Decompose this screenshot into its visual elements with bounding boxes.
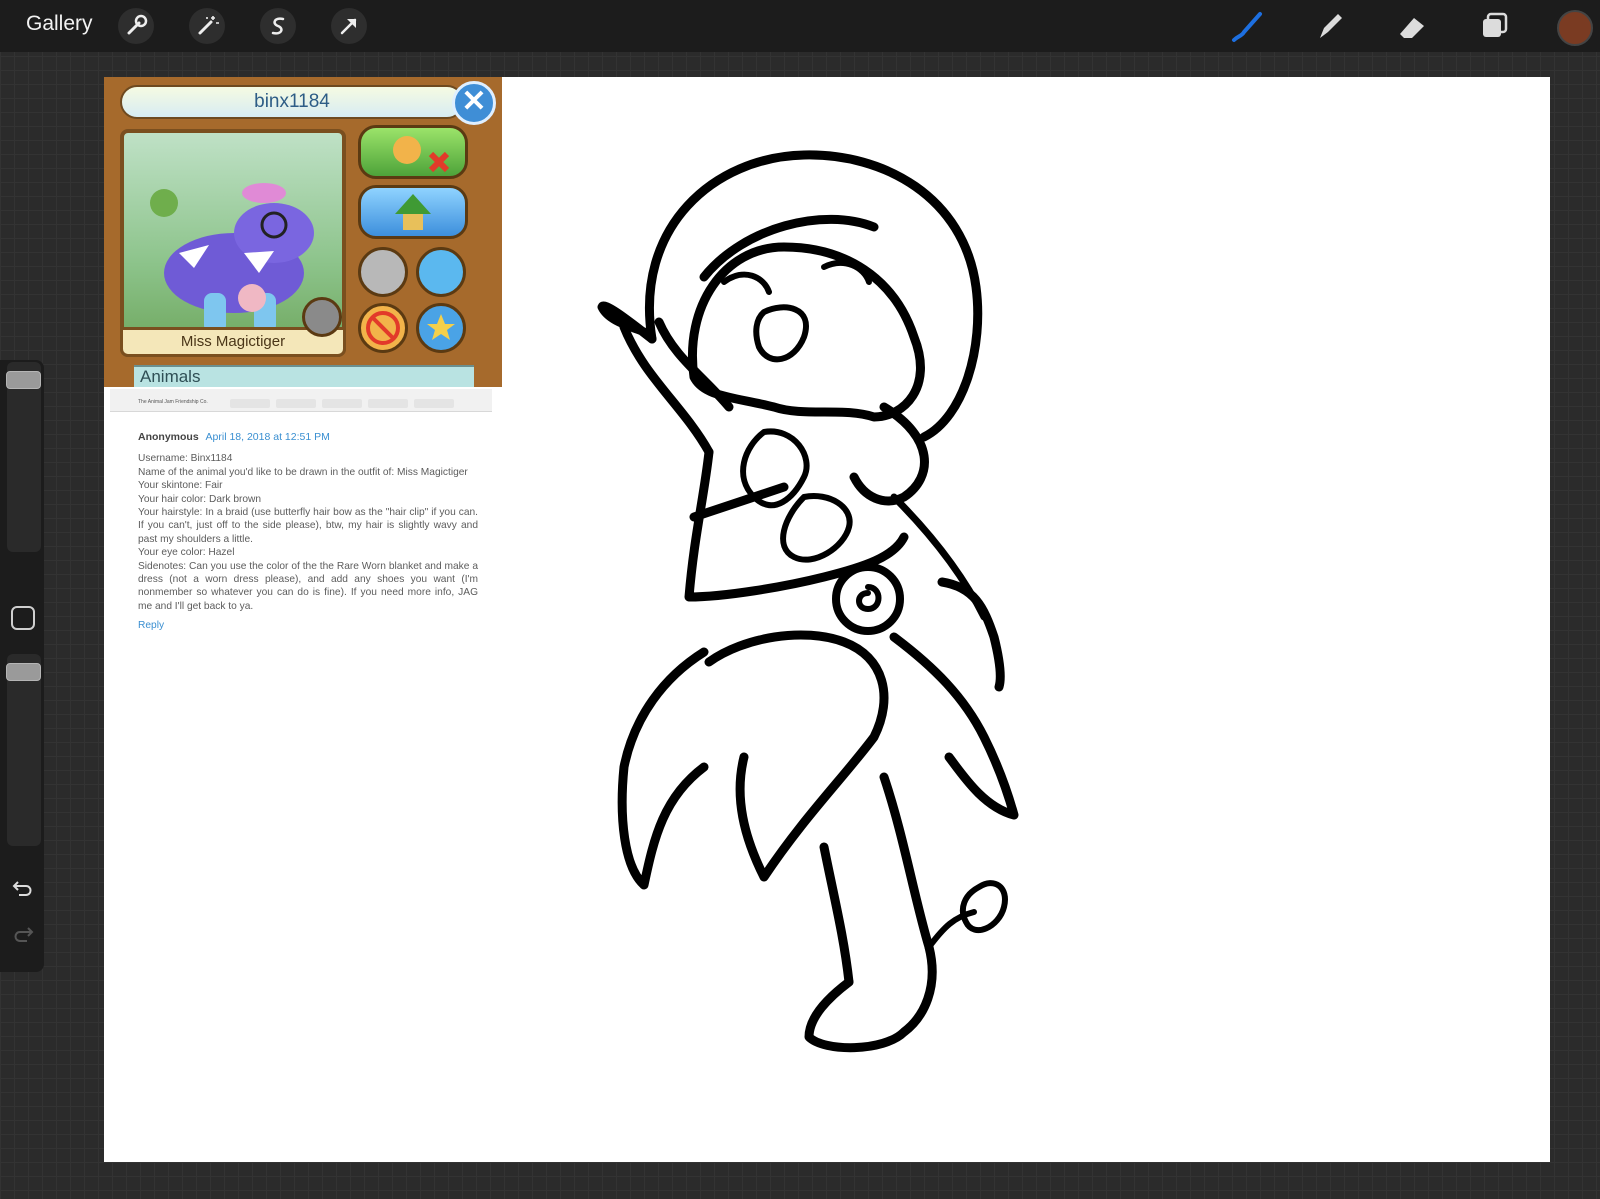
transform-arrow-icon[interactable] [331,8,367,44]
brush-size-slider[interactable] [6,362,41,552]
drawing-canvas[interactable]: binx1184 ✕ Miss Magictiger Animals The A… [104,77,1550,1162]
braid [849,402,929,506]
layers-icon[interactable] [1474,6,1514,46]
leg [879,772,934,952]
undo-icon[interactable] [10,874,36,900]
modify-square-button[interactable] [11,606,35,630]
hair-outline [645,150,983,442]
character-line-art [597,150,1019,1053]
tail [926,909,977,950]
color-picker-swatch[interactable] [1557,10,1593,46]
leg [819,842,854,987]
gallery-button[interactable]: Gallery [26,12,93,36]
left-eye [721,271,772,295]
brush-size-thumb[interactable] [6,371,41,389]
dress-top [684,447,909,602]
smudge-icon[interactable] [1310,6,1350,46]
magic-wand-icon[interactable] [189,8,225,44]
skirt-leaves [617,647,709,890]
mouth [753,304,809,363]
tail-tip [959,880,1008,934]
wrench-icon[interactable] [118,8,154,44]
foot [804,942,937,1053]
rose [832,563,904,635]
skirt-leaves [704,630,889,882]
selection-icon[interactable] [260,8,296,44]
rose [856,584,882,612]
top-toolbar: Gallery [0,0,1600,52]
left-sidebar [0,360,44,972]
opacity-thumb[interactable] [6,663,41,681]
brush-icon[interactable] [1228,6,1268,46]
eraser-icon[interactable] [1392,6,1432,46]
opacity-slider[interactable] [6,654,41,846]
butterfly-bow [780,493,853,563]
skirt-leaves [937,577,1005,692]
redo-icon[interactable] [10,920,36,946]
